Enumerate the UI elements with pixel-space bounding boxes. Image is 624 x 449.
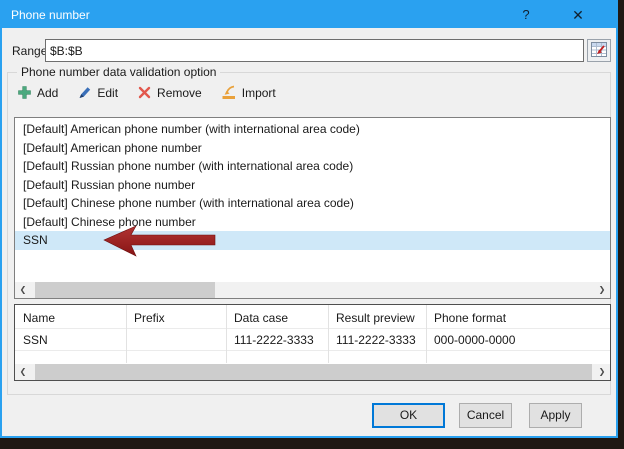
add-label: Add <box>37 85 59 100</box>
table-header-row: Name Prefix Data case Result preview Pho… <box>15 305 610 329</box>
list-item[interactable]: [Default] Chinese phone number (with int… <box>15 194 610 213</box>
grid-line <box>328 305 329 363</box>
cell-result-preview: 111-2222-3333 <box>336 333 416 347</box>
col-header-data-case: Data case <box>234 311 289 325</box>
import-tray-icon <box>221 85 237 100</box>
detail-table: Name Prefix Data case Result preview Pho… <box>14 304 611 381</box>
edit-button[interactable]: Edit <box>77 85 118 100</box>
scroll-left-icon[interactable]: ❮ <box>15 282 31 298</box>
grid-line <box>426 305 427 363</box>
phone-number-dialog: Phone number ? ✕ Range: Phone number dat… <box>0 0 618 438</box>
cell-data-case: 111-2222-3333 <box>234 333 314 347</box>
list-item[interactable]: [Default] American phone number <box>15 139 610 158</box>
table-horizontal-scrollbar[interactable]: ❮ ❯ <box>15 364 610 380</box>
list-item[interactable]: [Default] Russian phone number (with int… <box>15 157 610 176</box>
grid-line <box>226 305 227 363</box>
list-item[interactable]: [Default] Chinese phone number <box>15 213 610 232</box>
close-button[interactable]: ✕ <box>562 2 594 28</box>
plus-icon <box>17 85 32 100</box>
remove-button[interactable]: Remove <box>137 85 202 100</box>
list-item-selected[interactable]: SSN <box>15 231 610 250</box>
apply-button[interactable]: Apply <box>529 403 582 428</box>
table-empty-row <box>15 351 610 362</box>
list-item[interactable]: [Default] American phone number (with in… <box>15 120 610 139</box>
col-header-result-preview: Result preview <box>336 311 415 325</box>
import-button[interactable]: Import <box>221 85 276 100</box>
window-title: Phone number <box>11 8 90 22</box>
add-button[interactable]: Add <box>17 85 58 100</box>
col-header-name: Name <box>23 311 56 325</box>
listbox-items: [Default] American phone number (with in… <box>15 120 610 250</box>
help-button[interactable]: ? <box>510 2 542 28</box>
range-picker-button[interactable] <box>587 39 611 62</box>
scroll-left-icon[interactable]: ❮ <box>15 364 31 380</box>
range-input[interactable] <box>45 39 584 62</box>
scrollbar-thumb[interactable] <box>35 282 215 298</box>
toolbar: Add Edit Remove Import <box>17 85 276 100</box>
cell-name: SSN <box>23 333 48 347</box>
cancel-button[interactable]: Cancel <box>459 403 512 428</box>
scrollbar-thumb[interactable] <box>35 364 592 380</box>
desktop-background: Phone number ? ✕ Range: Phone number dat… <box>0 0 624 449</box>
edit-label: Edit <box>97 85 119 100</box>
scroll-right-icon[interactable]: ❯ <box>594 364 610 380</box>
import-label: Import <box>241 85 276 100</box>
x-icon <box>137 85 152 100</box>
range-picker-grid-icon <box>591 41 607 60</box>
group-label: Phone number data validation option <box>17 65 221 79</box>
col-header-phone-format: Phone format <box>434 311 507 325</box>
cell-prefix <box>126 329 226 350</box>
cell-phone-format: 000-0000-0000 <box>434 333 516 347</box>
remove-label: Remove <box>157 85 202 100</box>
grid-line <box>126 305 127 363</box>
list-horizontal-scrollbar[interactable]: ❮ ❯ <box>15 282 610 298</box>
col-header-prefix: Prefix <box>134 311 165 325</box>
validation-option-group: Phone number data validation option Add … <box>7 65 611 395</box>
ok-button[interactable]: OK <box>372 403 445 428</box>
pencil-icon <box>77 85 92 100</box>
table-row[interactable]: SSN 111-2222-3333 111-2222-3333 000-0000… <box>15 329 610 351</box>
validation-listbox[interactable]: [Default] American phone number (with in… <box>14 117 611 299</box>
titlebar[interactable]: Phone number ? ✕ <box>2 2 616 28</box>
list-item[interactable]: [Default] Russian phone number <box>15 176 610 195</box>
scroll-right-icon[interactable]: ❯ <box>594 282 610 298</box>
